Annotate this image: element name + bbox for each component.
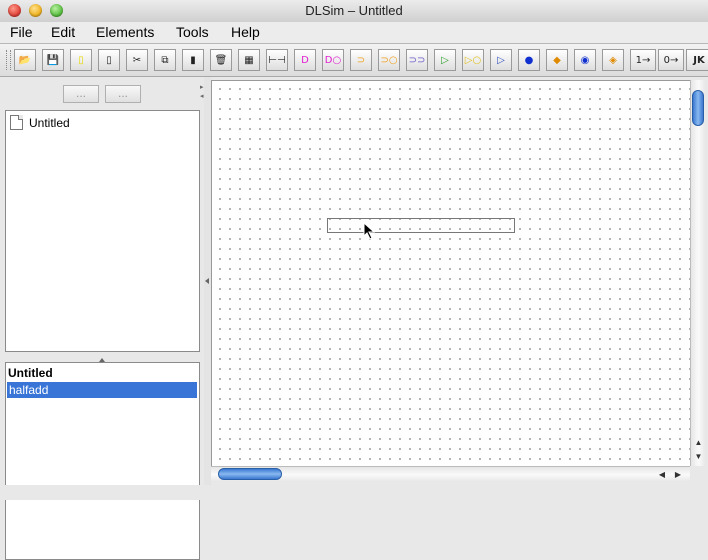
not-gate-button[interactable]: ▷○ [462,49,484,71]
window-title: DLSim – Untitled [305,3,403,18]
led-icon: ◉ [580,54,590,66]
vertical-scrollbar[interactable]: ▲ ▼ [690,80,706,466]
scroll-down-arrow-icon[interactable]: ▼ [691,450,706,464]
delete-button[interactable]: 🗑 [210,49,232,71]
nor-gate-icon: ⊃○ [380,54,398,66]
tristate-button[interactable]: ▷ [490,49,512,71]
probe-button[interactable]: ◈ [602,49,624,71]
menu-elements[interactable]: Elements [96,24,154,40]
vertical-split-divider[interactable] [204,77,211,485]
paste-icon: ▮ [190,54,196,66]
menu-edit[interactable]: Edit [51,24,75,40]
constant-one-icon: 1→ [635,54,651,66]
title-bar: DLSim – Untitled [0,0,708,23]
circuit-canvas[interactable] [211,80,691,467]
scroll-corner [690,466,705,481]
jk-flipflop-icon: JK [693,54,705,66]
tristate-icon: ▷ [497,54,505,66]
tree-item-untitled[interactable]: Untitled [10,115,70,130]
pane-collapse-arrows[interactable]: ▸ ◂ [200,83,204,101]
scroll-right-arrow-icon[interactable]: ▶ [671,467,685,482]
input-pin-button[interactable]: ● [518,49,540,71]
delete-all-icon: ▦ [244,54,254,66]
new-yellow-doc-button[interactable]: ▯ [70,49,92,71]
vertical-scroll-thumb[interactable] [692,90,704,126]
list-item-selected[interactable]: halfadd [7,382,197,398]
and-gate-button[interactable]: D [294,49,316,71]
selection-rectangle [327,218,515,233]
or-gate-button[interactable]: ⊃ [350,49,372,71]
menu-file[interactable]: File [10,24,33,40]
document-tree: Untitled [5,110,200,352]
copy-icon: ⧉ [161,54,169,66]
cut-button[interactable]: ✂ [126,49,148,71]
new-doc-icon: ▯ [106,54,112,66]
or-gate-icon: ⊃ [356,54,366,66]
led-button[interactable]: ◉ [574,49,596,71]
buffer-button[interactable]: ▷ [434,49,456,71]
xor-gate-button[interactable]: ⊃⊃ [406,49,428,71]
scroll-left-arrow-icon[interactable]: ◀ [655,467,669,482]
split-button-right[interactable]: ... [105,85,141,103]
wire-icon: ⊢⊣ [268,54,286,66]
new-yellow-doc-icon: ▯ [78,54,84,66]
delete-all-button[interactable]: ▦ [238,49,260,71]
horizontal-split-divider[interactable] [5,352,199,362]
output-pin-icon: ◆ [553,54,561,66]
split-button-left[interactable]: ... [63,85,99,103]
paste-button[interactable]: ▮ [182,49,204,71]
wire-button[interactable]: ⊢⊣ [266,49,288,71]
jk-flipflop-button[interactable]: JK [686,49,708,71]
buffer-icon: ▷ [441,54,449,66]
constant-zero-button[interactable]: 0→ [658,49,684,71]
menu-tools[interactable]: Tools [176,24,209,40]
divider-arrow-icon [205,278,209,284]
nand-gate-icon: D○ [324,54,342,66]
tree-item-label: Untitled [29,115,70,130]
save-button[interactable]: 💾 [42,49,64,71]
scroll-up-arrow-icon[interactable]: ▲ [691,436,706,450]
nor-gate-button[interactable]: ⊃○ [378,49,400,71]
open-folder-icon: 📂 [18,54,32,66]
mouse-cursor-icon [363,222,376,240]
toolbar-grip[interactable] [6,50,11,70]
horizontal-scroll-thumb[interactable] [218,468,282,480]
constant-zero-icon: 0→ [663,54,679,66]
open-folder-button[interactable]: 📂 [14,49,36,71]
cut-icon: ✂ [132,54,142,66]
menu-help[interactable]: Help [231,24,260,40]
probe-icon: ◈ [609,54,617,66]
constant-one-button[interactable]: 1→ [630,49,656,71]
and-gate-icon: D [301,54,309,66]
output-pin-button[interactable]: ◆ [546,49,568,71]
nand-gate-button[interactable]: D○ [322,49,344,71]
menu-bar: File Edit Elements Tools Help [0,22,708,44]
list-header: Untitled [8,366,53,380]
copy-button[interactable]: ⧉ [154,49,176,71]
save-icon: 💾 [46,54,60,66]
left-pane: ... ... ▸ ◂ Untitled Untitled halfadd [0,77,204,560]
circuit-list: Untitled halfadd [5,362,200,560]
delete-icon: 🗑 [214,54,228,66]
horizontal-scrollbar[interactable]: ◀ ▶ [211,466,690,482]
xor-gate-icon: ⊃⊃ [408,54,426,66]
toolbar: 📂 💾 ▯ ▯ ✂ ⧉ ▮ 🗑 ▦ ⊢⊣ D D○ ⊃ ⊃○ ⊃⊃ ▷ ▷○ ▷ ● ◆ ◉ ◈ 1→ 0→ JK [0,44,708,77]
status-bar [0,485,708,500]
document-icon [10,115,23,130]
new-doc-button[interactable]: ▯ [98,49,120,71]
not-gate-icon: ▷○ [464,54,482,66]
input-pin-icon: ● [524,54,534,66]
